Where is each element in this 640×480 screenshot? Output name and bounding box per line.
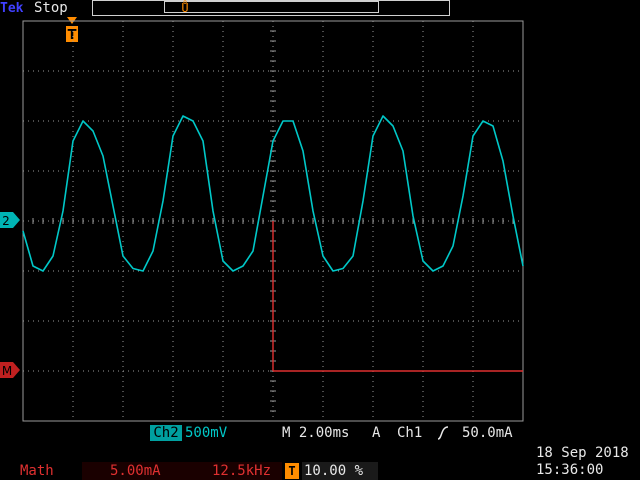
ch2-ground-marker-icon: 2: [0, 212, 20, 228]
traces: [22, 115, 524, 372]
brand-logo: Tek: [0, 1, 24, 16]
trigger-level: 50.0mA: [462, 425, 513, 441]
trigger-mode: A: [372, 425, 381, 441]
math-label[interactable]: Math: [20, 462, 82, 480]
math-scale: 5.00mA: [110, 463, 161, 479]
ch2-label[interactable]: Ch2: [150, 425, 182, 441]
record-view-window: [164, 1, 379, 13]
time: 15:36:00: [536, 462, 604, 478]
math-frequency: 12.5kHz: [212, 463, 272, 479]
timebase: M 2.00ms: [282, 425, 350, 441]
math-marker-label: M: [2, 364, 12, 378]
trigger-source: Ch1: [397, 425, 423, 441]
trigger-position-percent: 10.00 %: [302, 462, 378, 480]
date: 18 Sep 2018: [536, 445, 629, 461]
rising-edge-icon: [437, 426, 449, 440]
run-state: Stop: [34, 0, 68, 16]
ch2-marker-label: 2: [2, 214, 10, 228]
trigger-icon: T: [285, 463, 299, 479]
math-ground-marker-icon: M: [0, 362, 20, 378]
record-trigger-marker-icon: Ů: [181, 1, 189, 15]
waveform-display[interactable]: [22, 20, 524, 422]
ch2-scale: 500mV: [185, 425, 228, 441]
